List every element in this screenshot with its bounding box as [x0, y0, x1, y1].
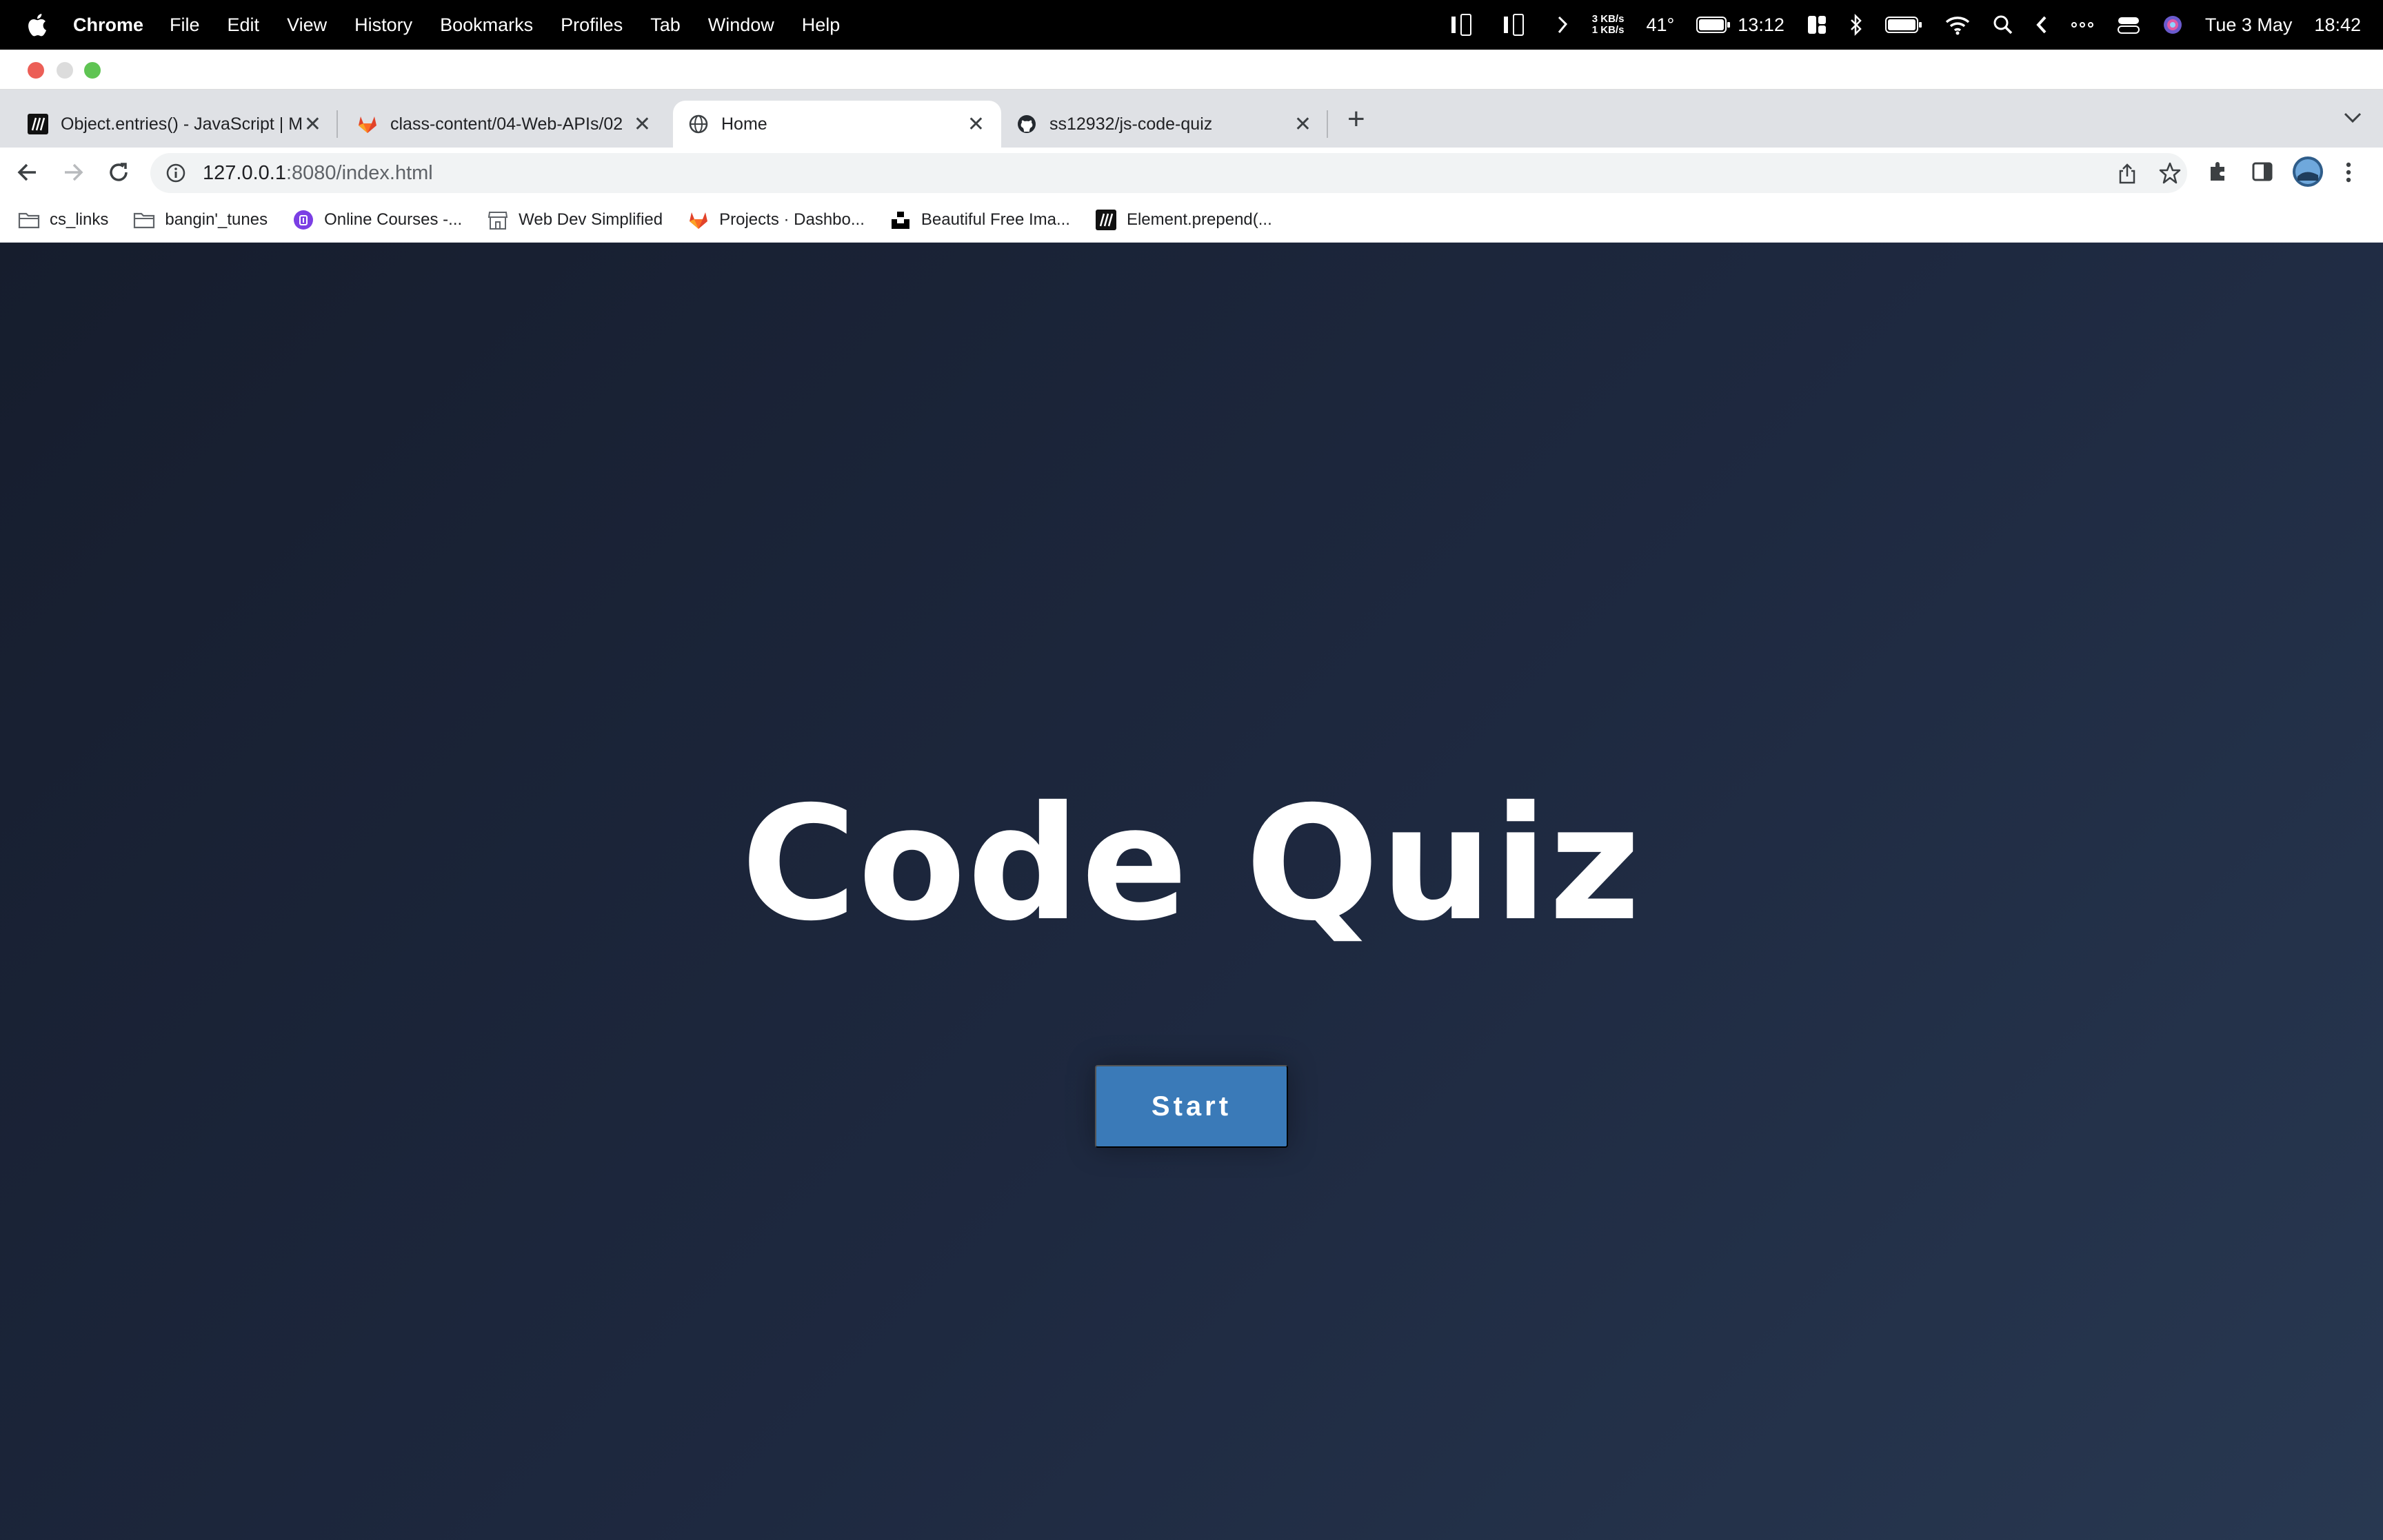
- menu-bar-time[interactable]: 18:42: [2314, 14, 2361, 36]
- bookmark-label: cs_links: [50, 210, 109, 229]
- folder-icon: [18, 210, 40, 230]
- apple-logo-icon[interactable]: [26, 13, 47, 37]
- forward-arrow-icon[interactable]: [61, 160, 86, 185]
- wifi-icon[interactable]: [1944, 14, 1971, 35]
- course-icon: [292, 210, 314, 230]
- menu-profiles[interactable]: Profiles: [561, 14, 623, 36]
- tab-close-icon[interactable]: ✕: [1294, 112, 1311, 136]
- tab-close-icon[interactable]: ✕: [634, 112, 651, 136]
- menu-edit[interactable]: Edit: [228, 14, 260, 36]
- bookmark-label: Beautiful Free Ima...: [921, 210, 1070, 229]
- folder-icon: [133, 210, 155, 230]
- bookmark-label: Projects · Dashbo...: [719, 210, 865, 229]
- menu-help[interactable]: Help: [802, 14, 841, 36]
- siri-icon[interactable]: [2162, 14, 2183, 35]
- extensions-puzzle-icon[interactable]: [2206, 160, 2230, 183]
- gitlab-icon: [687, 210, 710, 230]
- menu-view[interactable]: View: [287, 14, 327, 36]
- share-icon[interactable]: [2117, 163, 2138, 185]
- window-layout-icon[interactable]: [1807, 14, 1827, 35]
- new-tab-button[interactable]: +: [1347, 102, 1365, 136]
- network-upload-speed: 3 KB/s: [1591, 13, 1625, 25]
- bookmark-star-icon[interactable]: [2158, 161, 2182, 185]
- network-speed-readout[interactable]: 3 KB/s 1 KB/s: [1592, 14, 1625, 36]
- menu-window[interactable]: Window: [708, 14, 774, 36]
- mdn-icon: [1095, 209, 1117, 230]
- menu-file[interactable]: File: [170, 14, 200, 36]
- more-dots-icon[interactable]: [2070, 14, 2095, 35]
- window-title-bar: [0, 50, 2383, 90]
- battery-bar-icon[interactable]: [1884, 16, 1922, 34]
- tab-separator: [336, 110, 338, 138]
- tab-close-icon[interactable]: ✕: [967, 112, 985, 136]
- bookmark-element-prepend[interactable]: Element.prepend(...: [1095, 209, 1272, 230]
- profile-avatar[interactable]: [2292, 156, 2324, 188]
- tab-label: Object.entries() - JavaScript | M: [61, 114, 303, 134]
- menu-bar-status-area: 3 KB/s 1 KB/s 41° 13:12 Tue 3 May 18:42: [1450, 0, 2361, 50]
- url-host: 127.0.0.1: [203, 161, 286, 184]
- github-icon: [1016, 114, 1037, 134]
- bookmark-web-dev-simplified[interactable]: Web Dev Simplified: [487, 210, 663, 230]
- battery-icon: [1696, 17, 1731, 33]
- macos-menu-bar: Chrome File Edit View History Bookmarks …: [0, 0, 2383, 50]
- bookmark-cs-links[interactable]: cs_links: [18, 210, 108, 230]
- window-minimize-button[interactable]: [57, 62, 73, 79]
- gitlab-icon: [357, 114, 378, 134]
- battery-status[interactable]: 13:12: [1696, 14, 1784, 36]
- control-center-icon[interactable]: [2117, 14, 2140, 35]
- bluetooth-icon[interactable]: [1849, 14, 1863, 36]
- menu-bar-date[interactable]: Tue 3 May: [2205, 14, 2293, 36]
- back-arrow-icon[interactable]: [15, 160, 40, 185]
- bookmarks-bar: cs_links bangin'_tunes Online Courses -.…: [0, 197, 2383, 243]
- url-path: :8080/index.html: [285, 161, 433, 184]
- menu-bookmarks[interactable]: Bookmarks: [440, 14, 533, 36]
- tab-label: class-content/04-Web-APIs/02: [390, 114, 623, 134]
- bookmark-label: Element.prepend(...: [1126, 210, 1272, 229]
- battery-time-remaining: 13:12: [1738, 14, 1784, 35]
- app-menu-chrome[interactable]: Chrome: [73, 14, 143, 36]
- page-content: Code Quiz Start: [0, 243, 2383, 1540]
- start-button[interactable]: Start: [1095, 1065, 1288, 1148]
- tab-home[interactable]: Home ✕: [673, 101, 1001, 148]
- tab-js-code-quiz[interactable]: ss12932/js-code-quiz ✕: [1004, 101, 1328, 148]
- temperature-readout[interactable]: 41°: [1646, 14, 1674, 36]
- menu-tab[interactable]: Tab: [650, 14, 681, 36]
- menu-history[interactable]: History: [354, 14, 412, 36]
- spotlight-search-icon[interactable]: [1993, 14, 2013, 35]
- reload-icon[interactable]: [106, 160, 131, 185]
- network-download-speed: 1 KB/s: [1591, 24, 1625, 36]
- tab-separator: [1327, 110, 1328, 138]
- bookmark-bangin-tunes[interactable]: bangin'_tunes: [133, 210, 268, 230]
- bookmark-label: bangin'_tunes: [165, 210, 268, 229]
- tab-strip: Object.entries() - JavaScript | M ✕ clas…: [0, 90, 2383, 148]
- mdn-icon: [28, 114, 48, 134]
- site-info-icon[interactable]: [165, 163, 186, 183]
- disk-monitor-icon[interactable]: [1502, 12, 1533, 37]
- sensor-icon[interactable]: [1555, 14, 1570, 35]
- store-icon: [487, 210, 509, 230]
- page-title: Code Quiz: [741, 772, 1642, 955]
- tab-object-entries[interactable]: Object.entries() - JavaScript | M ✕: [14, 101, 338, 148]
- window-zoom-button[interactable]: [84, 62, 101, 79]
- address-bar[interactable]: 127.0.0.1:8080/index.html: [150, 153, 2187, 193]
- chevron-left-icon[interactable]: [2035, 14, 2048, 35]
- browser-toolbar: 127.0.0.1:8080/index.html: [0, 148, 2383, 197]
- tab-class-content[interactable]: class-content/04-Web-APIs/02 ✕: [343, 101, 667, 148]
- tab-search-chevron-icon[interactable]: [2343, 112, 2362, 124]
- tab-label: ss12932/js-code-quiz: [1049, 114, 1213, 134]
- tab-label: Home: [721, 114, 767, 134]
- memory-monitor-icon[interactable]: [1450, 12, 1480, 37]
- bookmark-label: Web Dev Simplified: [519, 210, 663, 229]
- unsplash-icon: [889, 210, 912, 230]
- tab-close-icon[interactable]: ✕: [304, 112, 321, 136]
- chrome-menu-icon[interactable]: [2343, 160, 2354, 185]
- bookmark-label: Online Courses -...: [324, 210, 463, 229]
- window-close-button[interactable]: [28, 62, 44, 79]
- bookmark-online-courses[interactable]: Online Courses -...: [292, 210, 462, 230]
- bookmark-projects-dashboard[interactable]: Projects · Dashbo...: [687, 210, 865, 230]
- bookmark-beautiful-free-images[interactable]: Beautiful Free Ima...: [889, 210, 1070, 230]
- side-panel-icon[interactable]: [2251, 160, 2274, 183]
- globe-icon: [688, 114, 709, 134]
